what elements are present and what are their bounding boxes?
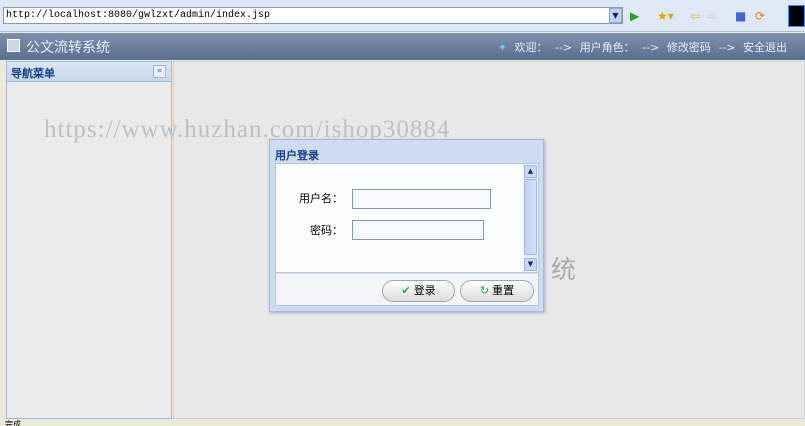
- role-label: 用户角色：: [579, 41, 635, 54]
- app-title: 公文流转系统: [26, 40, 110, 56]
- login-dialog: 用户登录 用户名： 密码： ▲ ▼ ✔ 登录 ↻ 重置: [269, 139, 544, 312]
- password-input[interactable]: [352, 220, 484, 240]
- refresh-icon[interactable]: ⟳: [755, 8, 765, 24]
- dialog-body: 用户名： 密码： ▲ ▼: [275, 163, 539, 273]
- username-label: 用户名：: [299, 192, 343, 205]
- status-text: 完成: [5, 420, 21, 426]
- login-button[interactable]: ✔ 登录: [382, 280, 455, 302]
- dialog-title: 用户登录: [275, 149, 319, 162]
- login-label: 登录: [413, 284, 436, 297]
- collapse-sidebar-button[interactable]: «: [153, 65, 166, 78]
- app-header: 公文流转系统 ✦ 欢迎： --> 用户角色： --> 修改密码 --> 安全退出: [0, 33, 805, 60]
- dialog-footer: ✔ 登录 ↻ 重置: [275, 273, 539, 306]
- welcome-label: 欢迎：: [514, 41, 548, 54]
- sidebar-title: 导航菜单: [7, 62, 171, 82]
- back-icon[interactable]: ⇦: [690, 8, 700, 24]
- role-value: -->: [642, 41, 660, 54]
- scroll-up-icon[interactable]: ▲: [524, 165, 537, 178]
- favorites-icon[interactable]: ★▾: [657, 8, 674, 24]
- sidebar: 导航菜单 «: [6, 61, 172, 419]
- welcome-value: -->: [555, 41, 573, 54]
- stop-icon[interactable]: ■: [735, 8, 746, 24]
- home-icon: [7, 39, 20, 52]
- go-icon[interactable]: ▶: [630, 8, 639, 24]
- header-nav: ✦ 欢迎： --> 用户角色： --> 修改密码 --> 安全退出: [494, 39, 787, 55]
- check-icon: ✔: [401, 284, 411, 297]
- browser-toolbar: http://localhost:8080/gwlzxt/admin/index…: [0, 0, 805, 32]
- change-password-link[interactable]: 修改密码: [667, 41, 711, 54]
- scrollbar[interactable]: ▲ ▼: [524, 165, 537, 271]
- forward-icon[interactable]: ⇨: [707, 8, 717, 24]
- refresh-icon: ↻: [479, 284, 490, 297]
- logout-link[interactable]: 安全退出: [743, 41, 787, 54]
- user-icon: ✦: [497, 41, 508, 54]
- scrollbar-thumb[interactable]: [524, 179, 537, 255]
- logout-arrow: -->: [718, 41, 736, 54]
- password-label: 密码：: [310, 224, 343, 237]
- console-icon[interactable]: [788, 5, 805, 27]
- status-bar: 完成: [0, 420, 805, 426]
- background-title: 统: [551, 255, 577, 284]
- reset-label: 重置: [492, 284, 515, 297]
- username-input[interactable]: [352, 189, 491, 209]
- address-dropdown-icon[interactable]: ▼: [609, 8, 622, 23]
- scroll-down-icon[interactable]: ▼: [524, 258, 537, 271]
- reset-button[interactable]: ↻ 重置: [460, 280, 534, 302]
- address-bar[interactable]: http://localhost:8080/gwlzxt/admin/index…: [3, 7, 623, 24]
